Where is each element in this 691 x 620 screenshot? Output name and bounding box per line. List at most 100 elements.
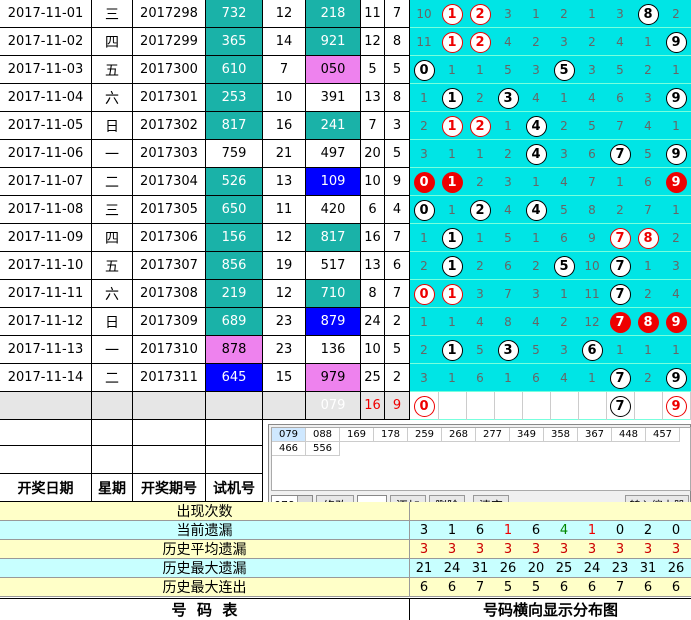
cell-issue: 2017311	[133, 364, 206, 392]
blank-row-2	[0, 446, 268, 474]
stat-value: 6	[475, 523, 485, 538]
cell-span: 9	[385, 168, 410, 196]
cell-win: 241	[306, 112, 361, 140]
cell-trial: 759	[206, 140, 263, 168]
cell-win: 391	[306, 84, 361, 112]
stat-value: 6	[559, 580, 569, 595]
digit-3-cell: 3	[494, 336, 522, 364]
digit-5-cell: 3	[560, 35, 568, 49]
stat-value: 3	[419, 523, 429, 538]
digit-4-cell: 4	[522, 140, 550, 168]
stat-value: 3	[503, 542, 513, 557]
stat-value: 3	[587, 542, 597, 557]
digit-8-cell: 2	[644, 371, 652, 385]
cell-span: 8	[385, 84, 410, 112]
cell-sum1: 15	[263, 364, 306, 392]
combo-item[interactable]: 556	[306, 442, 340, 456]
combo-item[interactable]: 367	[578, 428, 612, 442]
cell-sum2: 16	[361, 224, 385, 252]
cell-issue: 2017298	[133, 0, 206, 28]
digit-ball: 1	[441, 31, 463, 53]
combo-list[interactable]: 079 088 169 178 259 268 277 349 358 367 448 457 466 5…	[271, 427, 691, 491]
combo-item[interactable]: 349	[510, 428, 544, 442]
digit-8-cell: 2	[644, 63, 652, 77]
stat-row: 历史最大遗漏 21 24 31 26 20 25 24 23 31 26	[0, 559, 691, 578]
table-row: 2017-11-06 一 2017303 759 21 497 20 5 3 1 1 2 4 3 6 7 5 9	[0, 140, 691, 168]
stat-value: 26	[499, 561, 517, 576]
digit-6-cell: 10	[584, 259, 600, 273]
digit-3-cell: 6	[504, 259, 512, 273]
combo-item[interactable]: 268	[442, 428, 476, 442]
cell-issue: 2017303	[133, 140, 206, 168]
digit-8-cell: 6	[644, 175, 652, 189]
digit-2-cell: 3	[476, 287, 484, 301]
digit-0-cell: 2	[420, 259, 428, 273]
stat-row: 历史平均遗漏 3 3 3 3 3 3 3 3 3 3	[0, 540, 691, 559]
digit-ball: 4	[525, 199, 547, 221]
digit-7-cell: 2	[616, 203, 624, 217]
digit-8-cell: 4	[644, 119, 652, 133]
stat-value: 24	[583, 561, 601, 576]
digit-ball: 1	[441, 87, 463, 109]
combo-item[interactable]: 448	[612, 428, 646, 442]
digit-ball: 3	[497, 339, 519, 361]
digit-4-cell: 3	[532, 287, 540, 301]
stat-value: 0	[671, 523, 681, 538]
digit-5-cell: 2	[560, 7, 568, 21]
cell-win: 050	[306, 56, 361, 84]
digit-0-cell: 3	[420, 147, 428, 161]
cell-win: 136	[306, 336, 361, 364]
cell-span: 8	[385, 28, 410, 56]
combo-item[interactable]: 457	[646, 428, 680, 442]
table-row: 2017-11-11 六 2017308 219 12 710 8 7 0 1 3 7 3 1 11 7 2 4	[0, 280, 691, 308]
cell-date: 2017-11-02	[0, 28, 92, 56]
cell-win: 921	[306, 28, 361, 56]
combo-item[interactable]: 466	[272, 442, 306, 456]
combo-item[interactable]: 169	[340, 428, 374, 442]
digit-2-cell: 2	[466, 196, 494, 224]
digit-0-cell: 0	[410, 56, 438, 84]
cell-sum2: 13	[361, 84, 385, 112]
digit-3-cell: 5	[504, 63, 512, 77]
cell-win: 218	[306, 0, 361, 28]
stat-value: 6	[671, 580, 681, 595]
digit-0-cell: 0	[410, 280, 438, 308]
combo-item[interactable]: 079	[272, 428, 306, 442]
cell-week	[92, 392, 133, 420]
cell-win: 497	[306, 140, 361, 168]
cell-span: 5	[385, 56, 410, 84]
cell-sum1: 12	[263, 0, 306, 28]
cell-date: 2017-11-08	[0, 196, 92, 224]
digit-0-cell: 2	[420, 343, 428, 357]
combo-item[interactable]: 358	[544, 428, 578, 442]
cell-sum1: 13	[263, 168, 306, 196]
digit-ball: 2	[469, 115, 491, 137]
digit-8-cell: 8	[634, 0, 662, 28]
cell-span: 5	[385, 140, 410, 168]
cell-span: 4	[385, 196, 410, 224]
blank-row-1	[0, 418, 268, 446]
cell-date: 2017-11-01	[0, 0, 92, 28]
combo-item[interactable]: 088	[306, 428, 340, 442]
digit-1-cell: 1	[438, 336, 466, 364]
cell-date: 2017-11-09	[0, 224, 92, 252]
combo-item[interactable]: 259	[408, 428, 442, 442]
digit-2-cell: 2	[476, 259, 484, 273]
stat-label: 历史最大连出	[0, 578, 410, 597]
digit-1-cell: 1	[448, 203, 456, 217]
cell-week: 二	[92, 168, 133, 196]
stat-value: 7	[615, 580, 625, 595]
combo-item[interactable]: 277	[476, 428, 510, 442]
digit-9-cell: 3	[672, 259, 680, 273]
digit-1-cell: 1	[448, 315, 456, 329]
cell-week: 日	[92, 112, 133, 140]
digit-6-cell: 3	[588, 63, 596, 77]
digit-9-cell: 9	[662, 392, 691, 420]
cell-date: 2017-11-05	[0, 112, 92, 140]
stat-row: 历史最大连出 6 6 7 5 5 6 6 7 6 6	[0, 578, 691, 597]
digit-6-cell: 7	[588, 175, 596, 189]
cell-span: 9	[385, 392, 410, 420]
digit-9-cell: 9	[662, 140, 690, 168]
digit-5-cell: 3	[560, 147, 568, 161]
combo-item[interactable]: 178	[374, 428, 408, 442]
